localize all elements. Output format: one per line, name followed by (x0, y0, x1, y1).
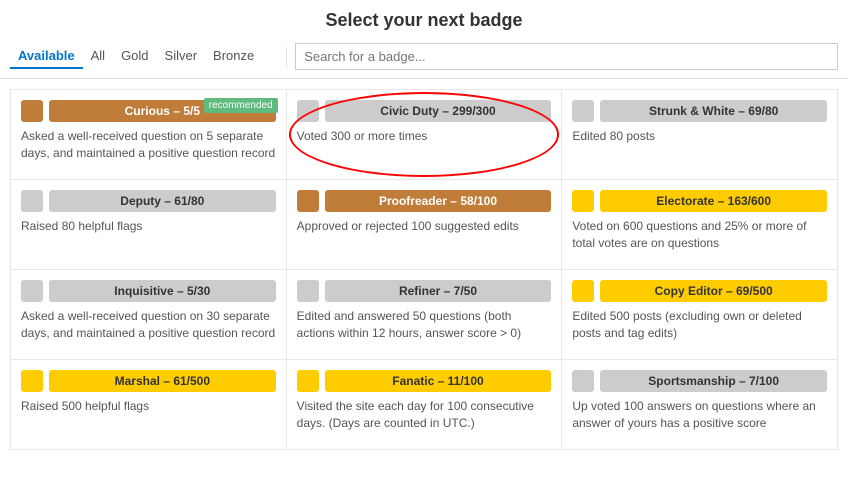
badge-header: Marshal – 61/500 (21, 370, 276, 392)
badge-cell[interactable]: Refiner – 7/50 Edited and answered 50 que… (287, 270, 563, 360)
badge-description: Edited and answered 50 questions (both a… (297, 308, 552, 342)
search-input[interactable] (295, 43, 838, 70)
badge-name: Marshal – 61/500 (49, 370, 276, 392)
badge-icon (297, 100, 319, 122)
badge-cell[interactable]: Deputy – 61/80 Raised 80 helpful flags (11, 180, 287, 270)
badge-icon (21, 370, 43, 392)
badge-header: Inquisitive – 5/30 (21, 280, 276, 302)
page-title: Select your next badge (0, 0, 848, 43)
divider (286, 47, 287, 67)
badge-name: Proofreader – 58/100 (325, 190, 552, 212)
badge-header: Fanatic – 11/100 (297, 370, 552, 392)
badge-description: Asked a well-received question on 5 sepa… (21, 128, 276, 162)
filter-bar: AvailableAllGoldSilverBronze (0, 43, 848, 79)
filter-tab-available[interactable]: Available (10, 44, 83, 69)
badge-cell[interactable]: Fanatic – 11/100 Visited the site each da… (287, 360, 563, 450)
badge-name: Strunk & White – 69/80 (600, 100, 827, 122)
badge-name: Fanatic – 11/100 (325, 370, 552, 392)
badge-icon (21, 190, 43, 212)
badge-description: Raised 500 helpful flags (21, 398, 276, 415)
badge-header: Strunk & White – 69/80 (572, 100, 827, 122)
badge-header: Refiner – 7/50 (297, 280, 552, 302)
badge-header: Proofreader – 58/100 (297, 190, 552, 212)
badge-cell[interactable]: Civic Duty – 299/300 Voted 300 or more ti… (287, 90, 563, 180)
filter-tabs: AvailableAllGoldSilverBronze (10, 44, 262, 69)
badge-name: Refiner – 7/50 (325, 280, 552, 302)
badge-description: Visited the site each day for 100 consec… (297, 398, 552, 432)
badge-name: Sportsmanship – 7/100 (600, 370, 827, 392)
badge-icon (572, 190, 594, 212)
badge-icon (572, 280, 594, 302)
badge-cell[interactable]: Copy Editor – 69/500 Edited 500 posts (ex… (562, 270, 838, 360)
badge-description: Voted on 600 questions and 25% or more o… (572, 218, 827, 252)
badge-cell[interactable]: Proofreader – 58/100 Approved or rejected… (287, 180, 563, 270)
badge-description: Edited 500 posts (excluding own or delet… (572, 308, 827, 342)
badge-icon (572, 100, 594, 122)
badge-grid: Curious – 5/5Asked a well-received quest… (10, 89, 838, 450)
badge-description: Asked a well-received question on 30 sep… (21, 308, 276, 342)
badge-cell[interactable]: Marshal – 61/500 Raised 500 helpful flags (11, 360, 287, 450)
filter-tab-silver[interactable]: Silver (157, 44, 206, 69)
badge-header: Sportsmanship – 7/100 (572, 370, 827, 392)
badge-name: Inquisitive – 5/30 (49, 280, 276, 302)
badge-header: Copy Editor – 69/500 (572, 280, 827, 302)
badge-description: Voted 300 or more times (297, 128, 552, 145)
badge-cell[interactable]: Sportsmanship – 7/100 Up voted 100 answer… (562, 360, 838, 450)
badge-icon (21, 100, 43, 122)
badge-icon (297, 190, 319, 212)
badge-icon (21, 280, 43, 302)
badge-header: Electorate – 163/600 (572, 190, 827, 212)
badge-name: Civic Duty – 299/300 (325, 100, 552, 122)
filter-tab-bronze[interactable]: Bronze (205, 44, 262, 69)
badge-description: Approved or rejected 100 suggested edits (297, 218, 552, 235)
filter-tab-all[interactable]: All (83, 44, 113, 69)
badge-description: Edited 80 posts (572, 128, 827, 145)
badge-name: Copy Editor – 69/500 (600, 280, 827, 302)
recommended-label: recommended (204, 98, 278, 113)
badge-cell[interactable]: Electorate – 163/600 Voted on 600 questio… (562, 180, 838, 270)
badge-icon (297, 370, 319, 392)
badge-icon (297, 280, 319, 302)
badge-icon (572, 370, 594, 392)
badge-header: Deputy – 61/80 (21, 190, 276, 212)
badge-header: Civic Duty – 299/300 (297, 100, 552, 122)
filter-tab-gold[interactable]: Gold (113, 44, 156, 69)
badge-cell[interactable]: Strunk & White – 69/80 Edited 80 posts (562, 90, 838, 180)
badge-cell[interactable]: Inquisitive – 5/30 Asked a well-received … (11, 270, 287, 360)
badge-name: Deputy – 61/80 (49, 190, 276, 212)
badge-name: Electorate – 163/600 (600, 190, 827, 212)
badge-description: Raised 80 helpful flags (21, 218, 276, 235)
badge-description: Up voted 100 answers on questions where … (572, 398, 827, 432)
badge-cell[interactable]: Curious – 5/5Asked a well-received quest… (11, 90, 287, 180)
